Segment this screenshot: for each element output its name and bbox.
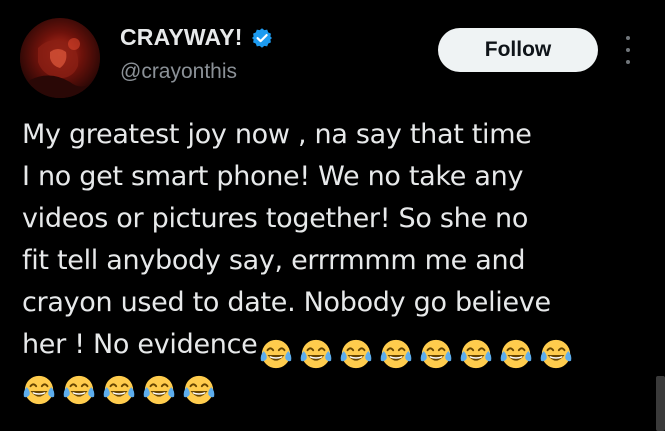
author-name-row: CRAYWAY! bbox=[120, 24, 273, 51]
face-with-tears-of-joy-icon bbox=[182, 373, 216, 407]
emoji-group-next-line bbox=[22, 373, 216, 407]
tweet-text: My greatest joy now , na say that time I… bbox=[22, 119, 551, 360]
avatar[interactable] bbox=[20, 18, 100, 98]
scrollbar[interactable] bbox=[656, 376, 665, 431]
face-with-tears-of-joy-icon bbox=[299, 337, 333, 371]
avatar-image bbox=[20, 18, 100, 98]
face-with-tears-of-joy-icon bbox=[22, 373, 56, 407]
face-with-tears-of-joy-icon bbox=[379, 337, 413, 371]
tweet-card: CRAYWAY! @crayonthis Follow My greatest … bbox=[0, 0, 665, 431]
author-handle[interactable]: @crayonthis bbox=[120, 60, 237, 84]
author-display-name[interactable]: CRAYWAY! bbox=[120, 24, 243, 51]
face-with-tears-of-joy-icon bbox=[459, 337, 493, 371]
face-with-tears-of-joy-icon bbox=[259, 337, 293, 371]
face-with-tears-of-joy-icon bbox=[539, 337, 573, 371]
verified-badge-icon[interactable] bbox=[251, 27, 273, 49]
face-with-tears-of-joy-icon bbox=[142, 373, 176, 407]
more-vertical-icon[interactable] bbox=[620, 36, 636, 64]
face-with-tears-of-joy-icon bbox=[499, 337, 533, 371]
face-with-tears-of-joy-icon bbox=[339, 337, 373, 371]
face-with-tears-of-joy-icon bbox=[102, 373, 136, 407]
follow-button[interactable]: Follow bbox=[438, 28, 598, 72]
face-with-tears-of-joy-icon bbox=[419, 337, 453, 371]
emoji-group-inline bbox=[259, 337, 573, 371]
face-with-tears-of-joy-icon bbox=[62, 373, 96, 407]
